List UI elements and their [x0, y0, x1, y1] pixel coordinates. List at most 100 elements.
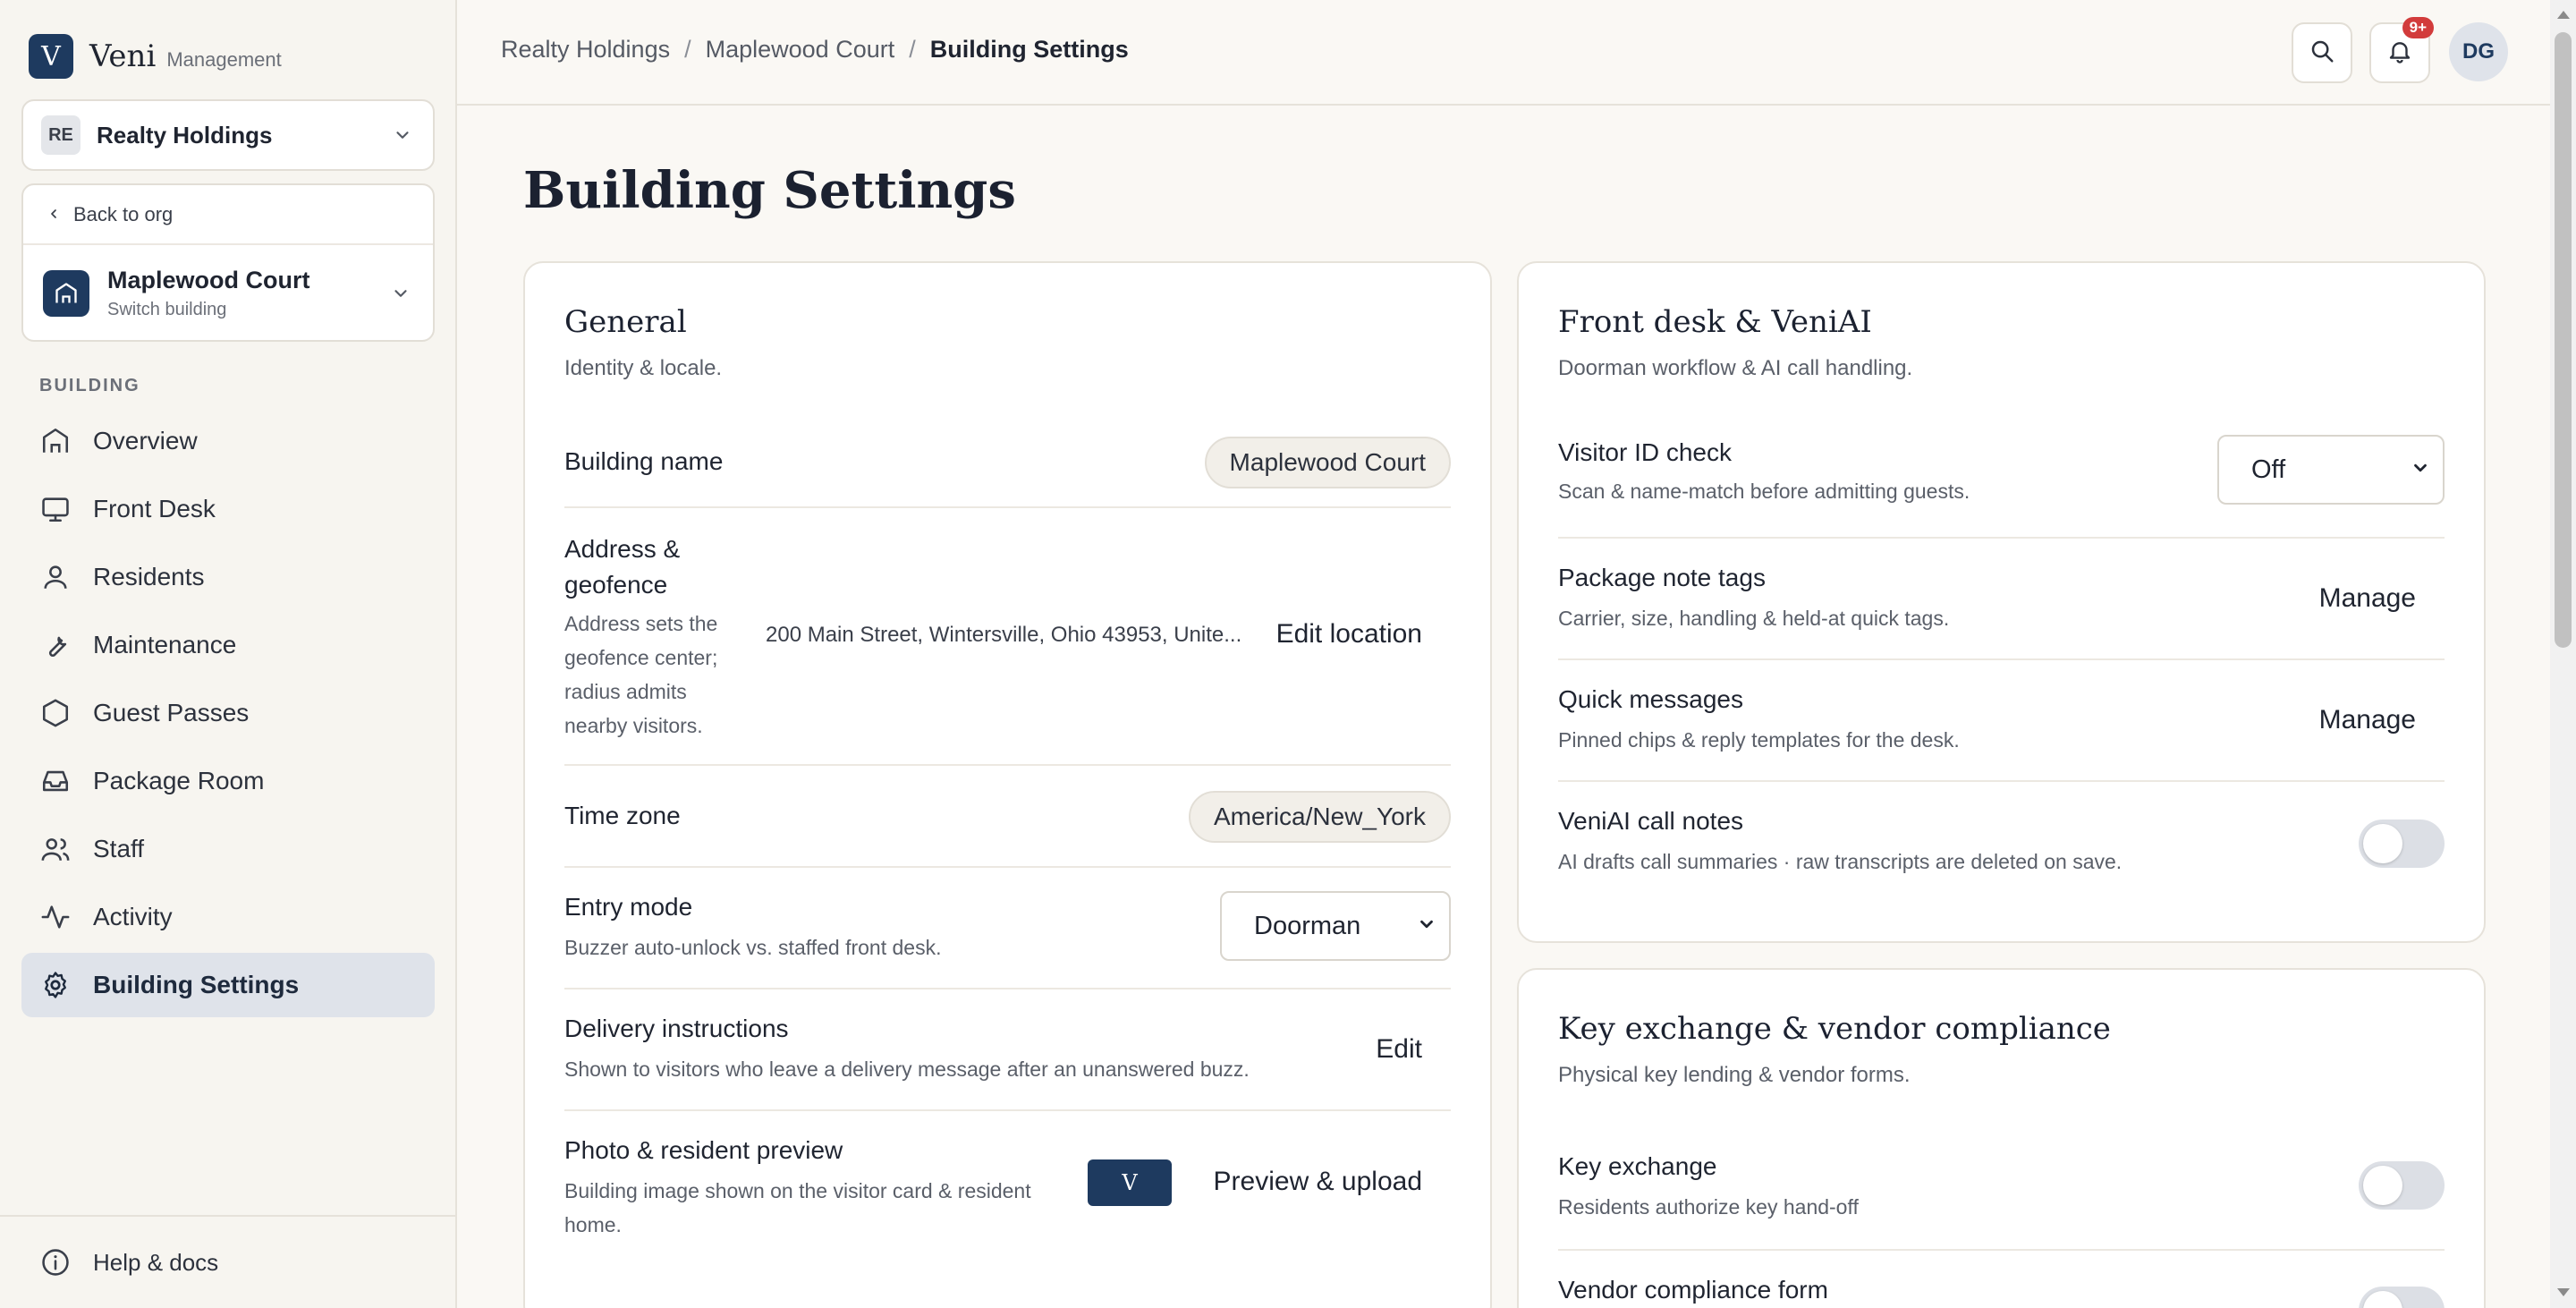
manage-package-tags-button[interactable]: Manage: [2319, 583, 2416, 614]
building-name-row: Building name Maplewood Court: [564, 422, 1451, 508]
visitor-id-row: Visitor ID check Scan & name-match befor…: [1558, 422, 2445, 539]
switch-building-label: Switch building: [107, 300, 227, 319]
veniai-notes-toggle[interactable]: [2359, 820, 2445, 868]
inbox-icon: [39, 765, 72, 797]
user-avatar[interactable]: DG: [2449, 22, 2508, 81]
entry-mode-select[interactable]: Doorman: [1220, 891, 1451, 961]
delivery-instructions-label: Delivery instructions: [564, 1015, 789, 1042]
preview-upload-button[interactable]: Preview & upload: [1214, 1167, 1422, 1197]
sidebar-item-label: Residents: [93, 563, 205, 590]
search-button[interactable]: [2292, 22, 2352, 83]
building-switcher[interactable]: Maplewood Court Switch building: [23, 245, 433, 342]
sidebar-item-residents[interactable]: Residents: [21, 545, 435, 609]
user-icon: [39, 561, 72, 593]
timezone-row: Time zone America/New_York: [564, 766, 1451, 868]
timezone-field[interactable]: America/New_York: [1188, 791, 1451, 843]
delivery-instructions-description: Shown to visitors who leave a delivery m…: [564, 1057, 1250, 1081]
veniai-notes-description: AI drafts call summaries · raw transcrip…: [1558, 850, 2123, 873]
visitor-id-value: Off: [2251, 454, 2286, 484]
back-to-org-label: Back to org: [73, 202, 174, 225]
visitor-id-description: Scan & name-match before admitting guest…: [1558, 480, 1970, 503]
info-icon: [39, 1246, 72, 1278]
home-icon: [39, 425, 72, 457]
sidebar-item-package-room[interactable]: Package Room: [21, 749, 435, 813]
sidebar-item-front-desk[interactable]: Front Desk: [21, 477, 435, 541]
key-exchange-card: Key exchange & vendor compliance Physica…: [1517, 968, 2486, 1308]
chevron-left-icon: [47, 203, 61, 226]
address-row: Address & geofence Address sets the geof…: [564, 508, 1451, 766]
monitor-icon: [39, 493, 72, 525]
org-avatar: RE: [41, 115, 80, 155]
sidebar-item-label: Package Room: [93, 767, 265, 794]
activity-icon: [39, 901, 72, 933]
photo-preview-label: Photo & resident preview: [564, 1136, 843, 1164]
help-docs-link[interactable]: Help & docs: [0, 1215, 455, 1308]
package-tags-description: Carrier, size, handling & held-at quick …: [1558, 607, 1950, 630]
entry-mode-label: Entry mode: [564, 893, 693, 921]
vendor-compliance-toggle[interactable]: [2359, 1287, 2445, 1308]
brand-logo: V: [29, 34, 73, 79]
page-title: Building Settings: [523, 161, 1016, 220]
package-tags-row: Package note tags Carrier, size, handlin…: [1558, 539, 2445, 660]
key-exchange-label: Key exchange: [1558, 1152, 1717, 1180]
address-value: 200 Main Street, Wintersville, Ohio 4395…: [766, 623, 1242, 647]
sidebar-item-label: Guest Passes: [93, 699, 250, 726]
entry-mode-description: Buzzer auto-unlock vs. staffed front des…: [564, 936, 942, 959]
sidebar-item-label: Overview: [93, 427, 198, 454]
help-docs-label: Help & docs: [93, 1248, 219, 1276]
quick-messages-row: Quick messages Pinned chips & reply temp…: [1558, 660, 2445, 782]
toggle-knob: [2363, 1166, 2402, 1205]
entry-mode-value: Doorman: [1254, 911, 1361, 940]
chevron-down-icon: [2411, 455, 2430, 485]
notification-badge: 9+: [2402, 17, 2434, 38]
card-subtitle: Identity & locale.: [564, 356, 723, 380]
building-photo-thumbnail[interactable]: V: [1088, 1159, 1172, 1206]
gear-icon: [39, 969, 72, 1001]
sidebar-item-label: Staff: [93, 835, 145, 862]
edit-location-button[interactable]: Edit location: [1276, 619, 1422, 650]
sidebar-item-building-settings[interactable]: Building Settings: [21, 953, 435, 1017]
wrench-icon: [39, 629, 72, 661]
sidebar-item-activity[interactable]: Activity: [21, 885, 435, 949]
quick-messages-label: Quick messages: [1558, 685, 1743, 713]
scroll-thumb[interactable]: [2555, 32, 2572, 648]
card-title: General: [564, 304, 687, 340]
toggle-knob: [2363, 824, 2402, 863]
manage-quick-messages-button[interactable]: Manage: [2319, 705, 2416, 735]
veniai-notes-row: VeniAI call notes AI drafts call summari…: [1558, 782, 2445, 904]
sidebar-item-staff[interactable]: Staff: [21, 817, 435, 881]
key-exchange-toggle[interactable]: [2359, 1161, 2445, 1210]
breadcrumb-building[interactable]: Maplewood Court: [706, 36, 895, 64]
brand[interactable]: V Veni Management: [29, 34, 282, 79]
breadcrumb-org[interactable]: Realty Holdings: [501, 36, 670, 64]
quick-messages-description: Pinned chips & reply templates for the d…: [1558, 728, 1960, 752]
sidebar-item-label: Building Settings: [93, 971, 300, 998]
breadcrumb-separator: /: [909, 36, 916, 63]
building-name-field[interactable]: Maplewood Court: [1204, 437, 1451, 488]
scroll-down-arrow[interactable]: [2557, 1288, 2570, 1296]
org-switcher[interactable]: RE Realty Holdings: [21, 99, 435, 171]
sidebar-item-overview[interactable]: Overview: [21, 409, 435, 473]
photo-preview-description: Building image shown on the visitor card…: [564, 1179, 1031, 1236]
users-icon: [39, 833, 72, 865]
delivery-instructions-row: Delivery instructions Shown to visitors …: [564, 989, 1451, 1111]
sidebar-nav: Overview Front Desk Residents Maintenanc…: [21, 409, 435, 1021]
chevron-down-icon: [390, 123, 415, 148]
front-desk-card: Front desk & VeniAI Doorman workflow & A…: [1517, 261, 2486, 943]
key-exchange-description: Residents authorize key hand-off: [1558, 1195, 1859, 1219]
sidebar-item-guest-passes[interactable]: Guest Passes: [21, 681, 435, 745]
sidebar-item-maintenance[interactable]: Maintenance: [21, 613, 435, 677]
brand-name: Veni: [89, 38, 157, 74]
page-scrollbar[interactable]: [2550, 0, 2576, 1308]
brand-subtitle: Management: [166, 48, 282, 71]
scroll-up-arrow[interactable]: [2557, 11, 2570, 19]
chevron-down-icon: [388, 281, 413, 306]
search-icon: [2309, 38, 2335, 69]
back-to-org-link[interactable]: Back to org: [23, 185, 433, 245]
sidebar-item-label: Front Desk: [93, 495, 216, 522]
vendor-compliance-label: Vendor compliance form: [1558, 1276, 1828, 1304]
edit-delivery-button[interactable]: Edit: [1376, 1034, 1422, 1065]
breadcrumb: Realty Holdings / Maplewood Court / Buil…: [501, 36, 1129, 64]
notifications-button[interactable]: 9+: [2369, 17, 2434, 83]
visitor-id-select[interactable]: Off: [2217, 435, 2445, 505]
